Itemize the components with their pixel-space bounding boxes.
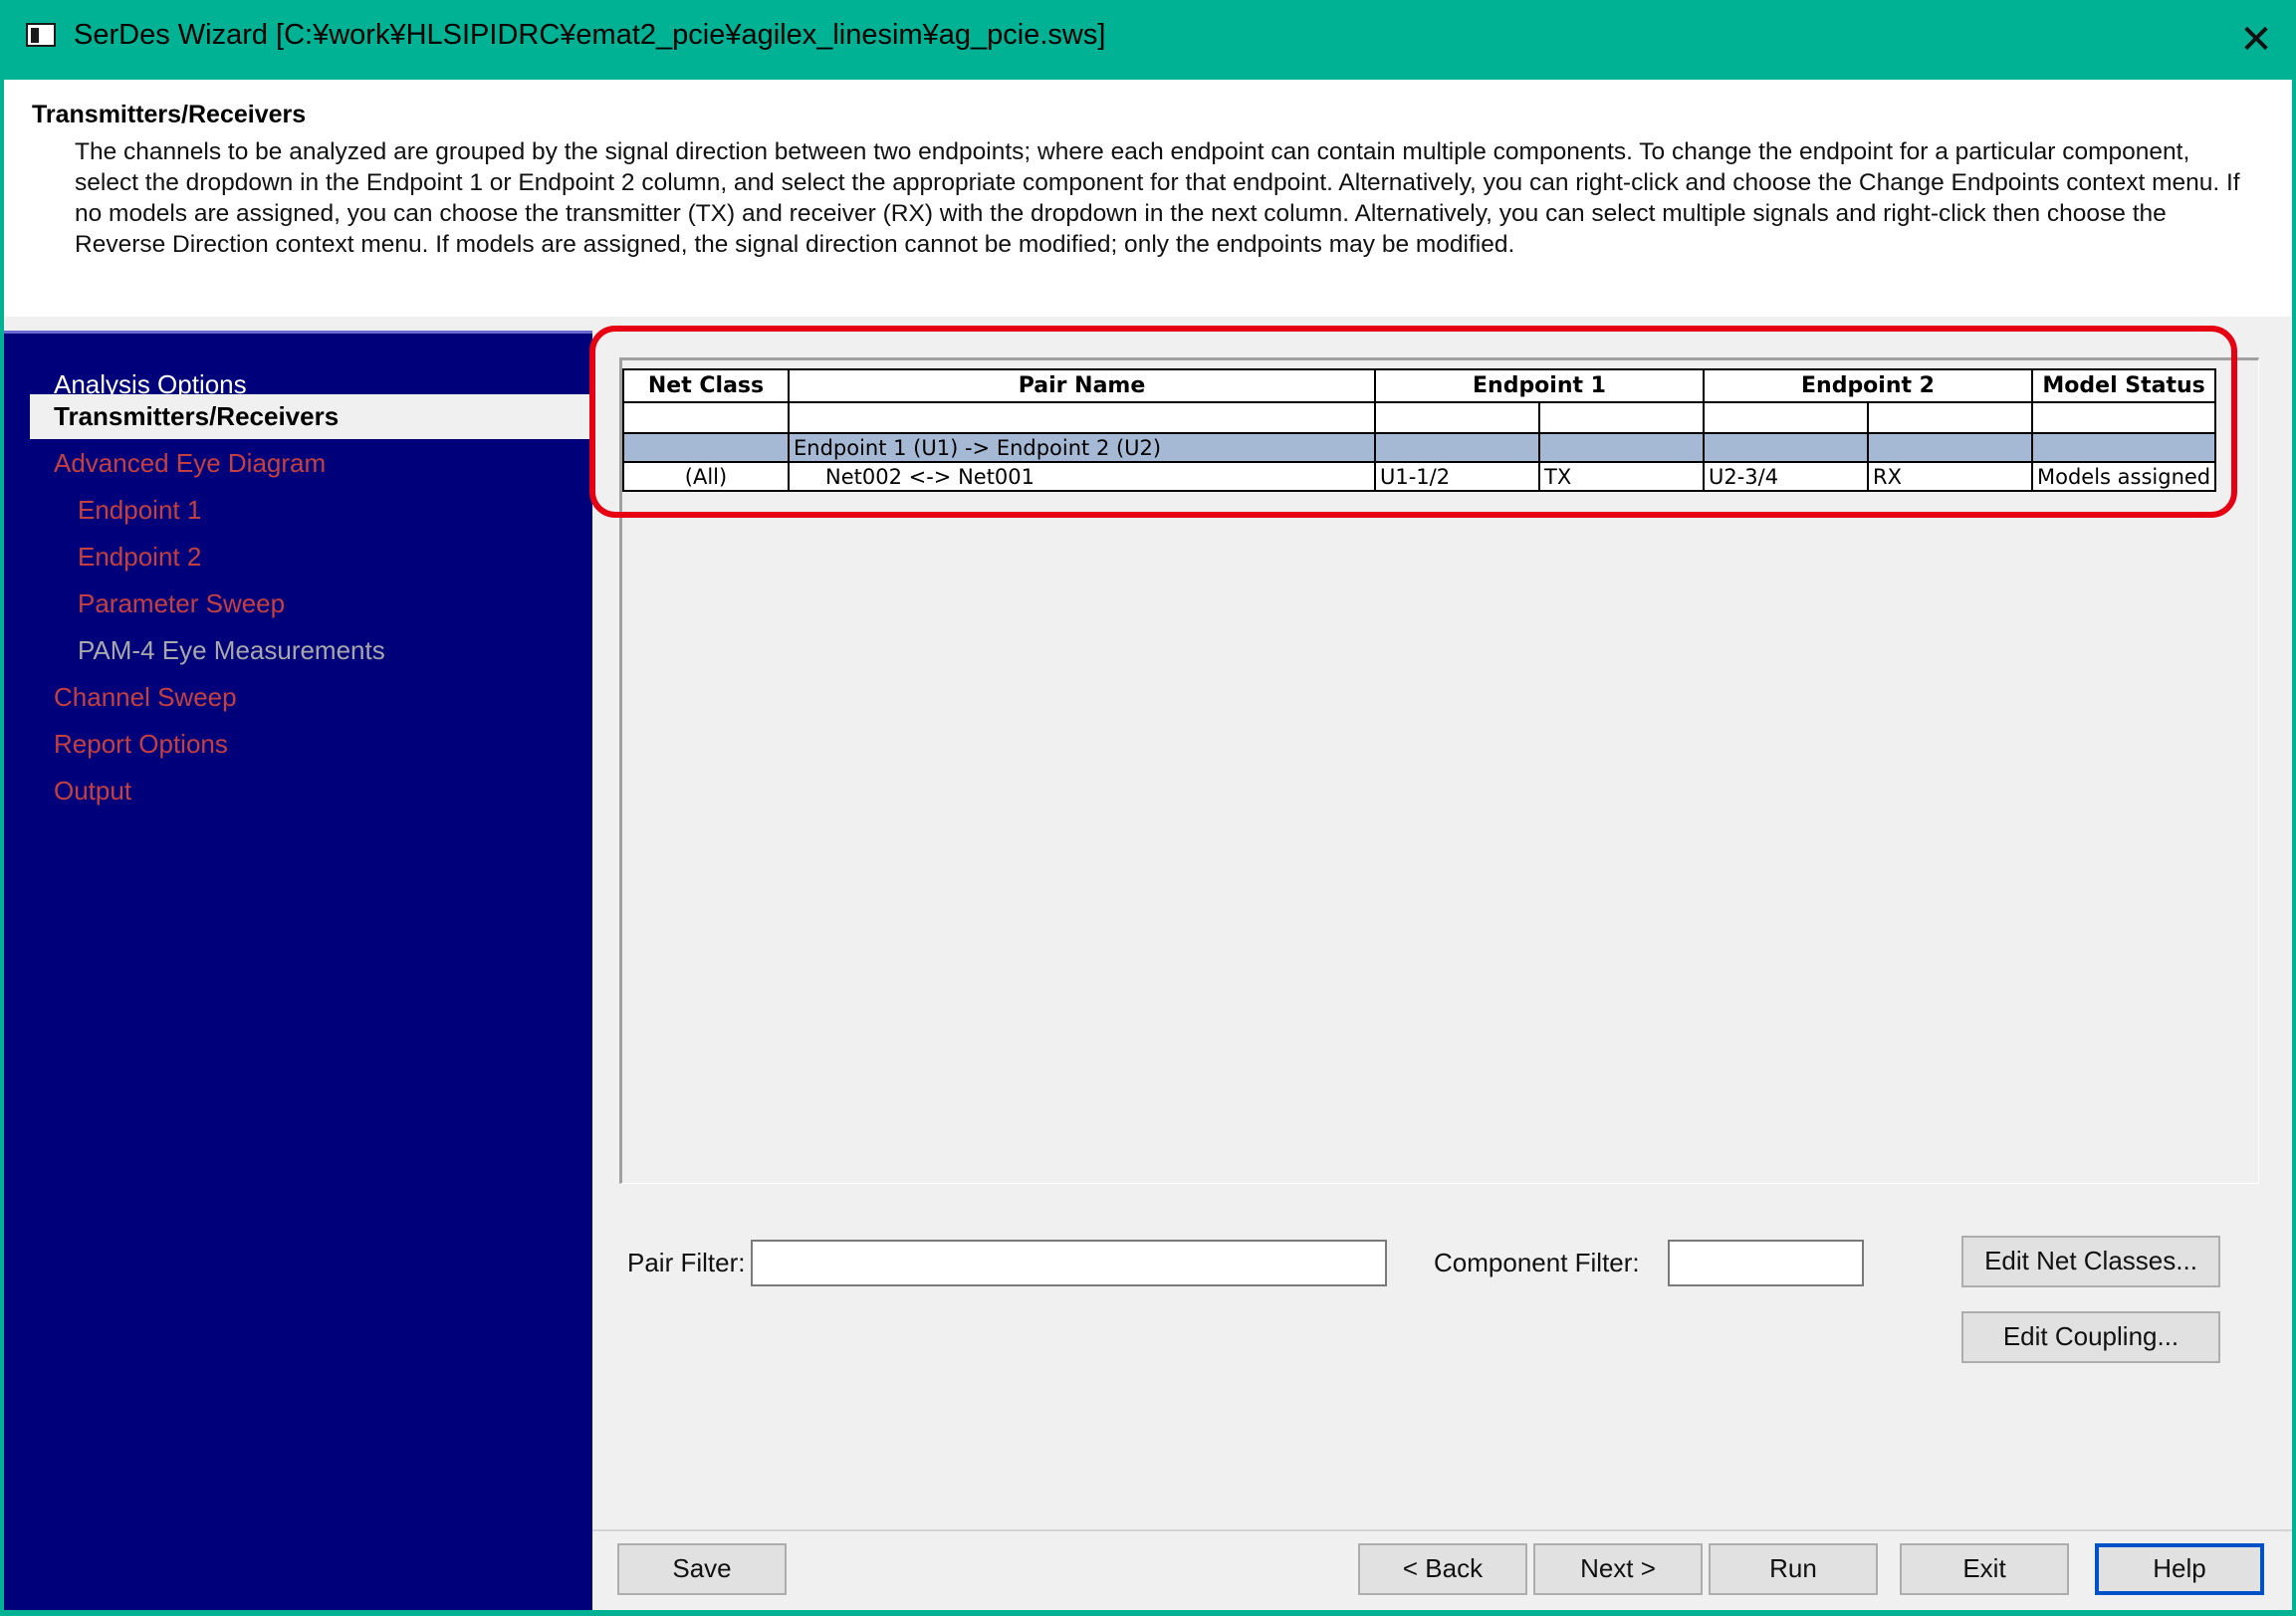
endpoint2-role-dropdown[interactable]: RX xyxy=(1867,461,2033,492)
divider xyxy=(592,1529,2292,1531)
net-class-cell[interactable]: (All) xyxy=(622,461,790,492)
title-bar: SerDes Wizard [C:¥work¥HLSIPIDRC¥emat2_p… xyxy=(0,0,2296,79)
group-label: Endpoint 1 (U1) -> Endpoint 2 (U2) xyxy=(788,432,1376,463)
close-icon[interactable]: ✕ xyxy=(2228,12,2284,68)
sidebar-item-channel-sweep[interactable]: Channel Sweep xyxy=(30,675,592,720)
window-title: SerDes Wizard [C:¥work¥HLSIPIDRC¥emat2_p… xyxy=(74,19,1106,51)
component-filter-input[interactable] xyxy=(1668,1240,1864,1286)
sidebar-item-advanced-eye-diagram[interactable]: Advanced Eye Diagram xyxy=(30,441,592,486)
filter-cell[interactable] xyxy=(1538,401,1705,434)
group-cell xyxy=(1374,432,1540,463)
filter-cell[interactable] xyxy=(1867,401,2033,434)
group-cell xyxy=(1538,432,1705,463)
endpoint1-role-dropdown[interactable]: TX xyxy=(1538,461,1705,492)
column-header-endpoint-2[interactable]: Endpoint 2 xyxy=(1703,368,2033,403)
page-title: Transmitters/Receivers xyxy=(32,101,307,128)
save-button[interactable]: Save xyxy=(617,1543,787,1595)
pair-filter-label: Pair Filter: xyxy=(627,1248,746,1277)
back-button[interactable]: < Back xyxy=(1358,1543,1527,1595)
sidebar-item-report-options[interactable]: Report Options xyxy=(30,722,592,767)
divider xyxy=(4,317,2292,331)
column-header-model-status[interactable]: Model Status xyxy=(2030,368,2217,403)
pair-filter-input[interactable] xyxy=(751,1240,1387,1286)
edit-coupling-button[interactable]: Edit Coupling... xyxy=(1961,1311,2220,1363)
sidebar-item-output[interactable]: Output xyxy=(30,769,592,813)
sidebar-item-endpoint-1[interactable]: Endpoint 1 xyxy=(30,488,592,533)
endpoint1-component-dropdown[interactable]: U1-1/2 xyxy=(1374,461,1540,492)
column-header-pair-name[interactable]: Pair Name xyxy=(788,368,1376,403)
main-panel: Net Class Pair Name Endpoint 1 Endpoint … xyxy=(592,331,2292,1610)
filter-cell[interactable] xyxy=(2030,401,2217,434)
page-description: The channels to be analyzed are grouped … xyxy=(75,138,2240,258)
group-cell xyxy=(2030,432,2217,463)
filter-cell[interactable] xyxy=(622,401,790,434)
filter-cell[interactable] xyxy=(788,401,1376,434)
exit-button[interactable]: Exit xyxy=(1900,1543,2069,1595)
channel-grid: Net Class Pair Name Endpoint 1 Endpoint … xyxy=(619,357,2259,1184)
group-row[interactable]: Endpoint 1 (U1) -> Endpoint 2 (U2) xyxy=(622,432,2217,463)
next-button[interactable]: Next > xyxy=(1533,1543,1703,1595)
window-icon xyxy=(26,23,56,47)
group-cell xyxy=(1703,432,1869,463)
model-status-cell: Models assigned xyxy=(2030,461,2217,492)
filter-cell[interactable] xyxy=(1703,401,1869,434)
sidebar-item-parameter-sweep[interactable]: Parameter Sweep xyxy=(30,581,592,626)
sidebar: Analysis Options Transmitters/Receivers … xyxy=(4,331,592,1610)
filter-cell[interactable] xyxy=(1374,401,1540,434)
endpoint2-component-dropdown[interactable]: U2-3/4 xyxy=(1703,461,1869,492)
filter-row xyxy=(622,401,2217,434)
group-cell xyxy=(622,432,790,463)
component-filter-label: Component Filter: xyxy=(1434,1248,1640,1277)
channel-table: Net Class Pair Name Endpoint 1 Endpoint … xyxy=(622,368,2217,492)
sidebar-item-transmitters-receivers[interactable]: Transmitters/Receivers xyxy=(30,394,592,439)
column-header-net-class[interactable]: Net Class xyxy=(622,368,790,403)
column-header-endpoint-1[interactable]: Endpoint 1 xyxy=(1374,368,1705,403)
sidebar-item-pam4-eye-measurements[interactable]: PAM-4 Eye Measurements xyxy=(30,628,592,673)
table-row[interactable]: (All) Net002 <-> Net001 U1-1/2 TX U2-3/4… xyxy=(622,461,2217,492)
table-header-row: Net Class Pair Name Endpoint 1 Endpoint … xyxy=(622,368,2217,403)
run-button[interactable]: Run xyxy=(1709,1543,1878,1595)
sidebar-item-endpoint-2[interactable]: Endpoint 2 xyxy=(30,535,592,579)
edit-net-classes-button[interactable]: Edit Net Classes... xyxy=(1961,1236,2220,1287)
pair-name-cell: Net002 <-> Net001 xyxy=(788,461,1376,492)
header-panel: Transmitters/Receivers The channels to b… xyxy=(4,80,2292,317)
help-button[interactable]: Help xyxy=(2095,1543,2264,1595)
group-cell xyxy=(1867,432,2033,463)
